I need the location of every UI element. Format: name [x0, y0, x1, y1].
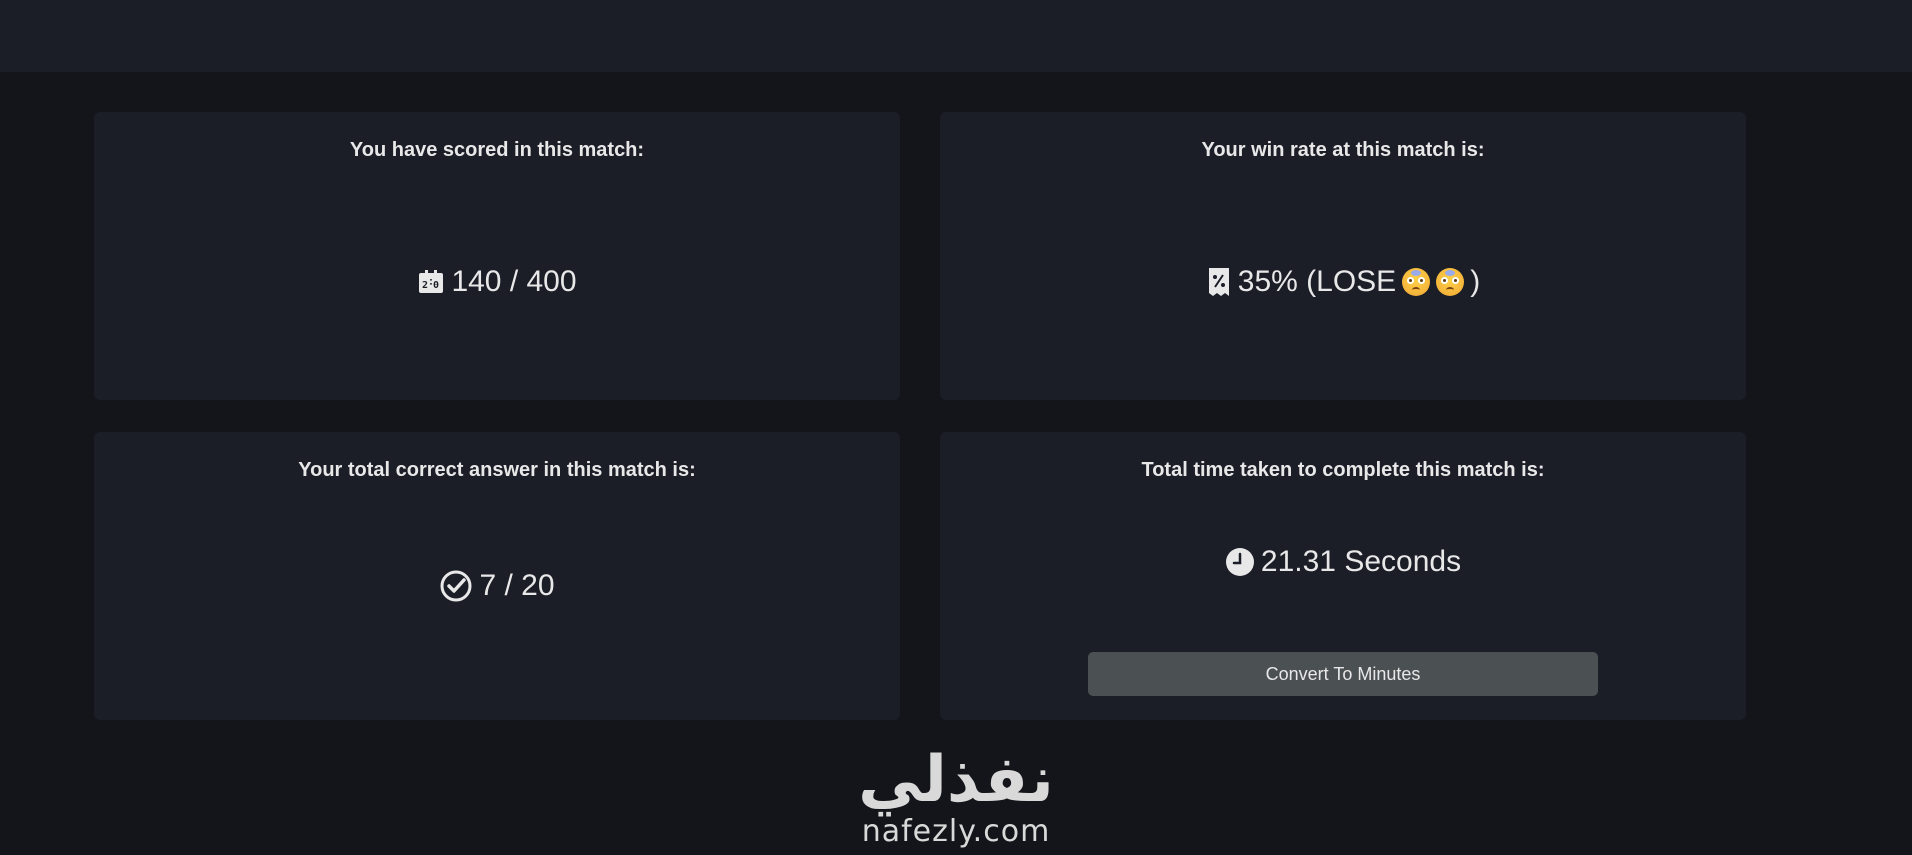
correct-answers-value: 7 / 20 [479, 569, 555, 602]
nafezly-logo[interactable]: نفذلي nafezly.com [848, 740, 1064, 855]
win-rate-value-suffix: ) [1470, 265, 1481, 298]
correct-answers-card-title: Your total correct answer in this match … [298, 459, 696, 481]
svg-text:0: 0 [433, 280, 439, 291]
check-circle-icon [439, 569, 473, 603]
correct-answers-card: Your total correct answer in this match … [94, 432, 900, 720]
win-rate-card-title: Your win rate at this match is: [1201, 139, 1485, 161]
flushed-face-emoji [1402, 268, 1431, 296]
time-taken-card-title: Total time taken to complete this match … [1141, 459, 1545, 481]
score-card-title: You have scored in this match: [349, 139, 645, 161]
convert-to-minutes-button[interactable]: Convert To Minutes [1088, 652, 1598, 696]
clock-icon [1225, 547, 1255, 577]
time-taken-card: Total time taken to complete this match … [940, 432, 1746, 720]
time-taken-value-row: 21.31 Seconds [940, 542, 1746, 582]
time-taken-value: 21.31 Seconds [1260, 545, 1462, 578]
win-rate-value-row: 35% (LOSE ) [940, 262, 1746, 302]
correct-answers-value-row: 7 / 20 [94, 566, 900, 606]
top-navbar [0, 0, 1912, 72]
svg-text:2: 2 [422, 280, 428, 291]
win-rate-value: 35% (LOSE [1237, 265, 1397, 298]
receipt-percent-icon [1206, 266, 1232, 298]
score-value-row: 2 0 140 / 400 [94, 262, 900, 302]
logo-domain-text: nafezly.com [861, 814, 1051, 849]
score-card: You have scored in this match: 2 0 140 /… [94, 112, 900, 400]
scoreboard-icon: 2 0 [417, 268, 445, 296]
win-rate-card: Your win rate at this match is: 35% (LOS… [940, 112, 1746, 400]
logo-arabic-text: نفذلي [858, 743, 1054, 817]
score-value: 140 / 400 [451, 265, 577, 298]
flushed-face-emoji [1436, 268, 1465, 296]
